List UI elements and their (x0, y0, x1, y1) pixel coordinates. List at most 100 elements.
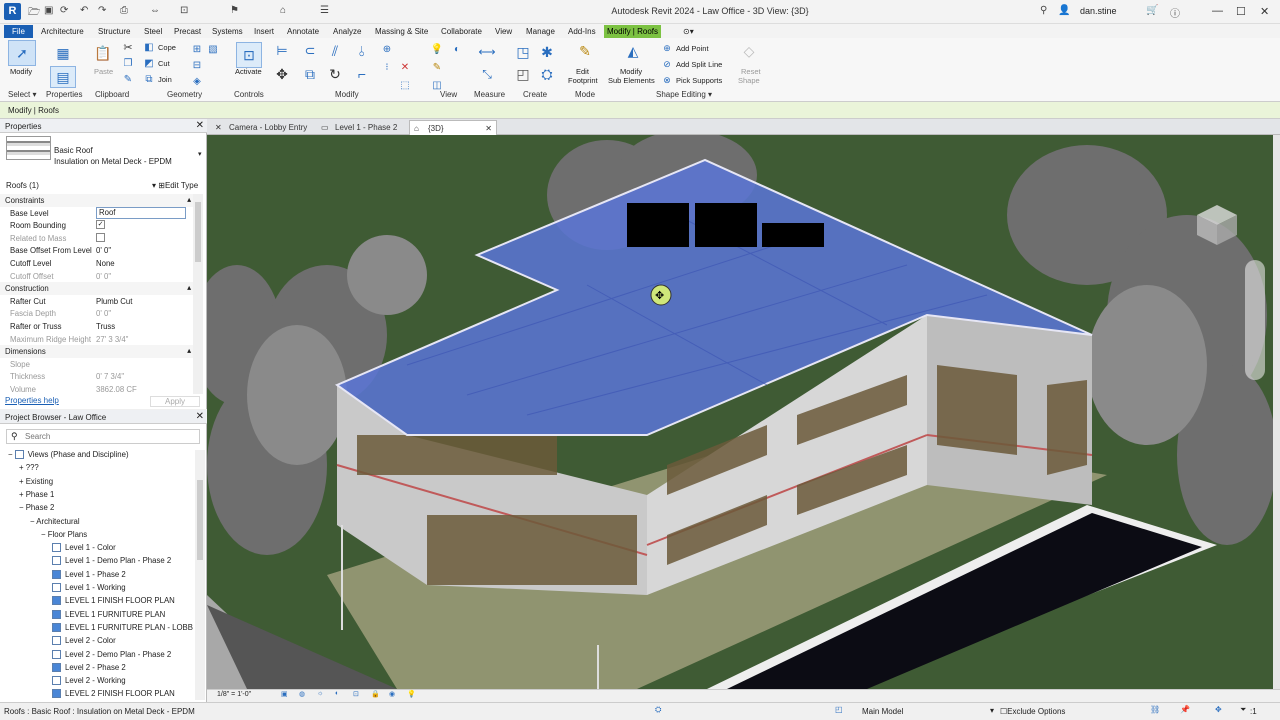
property-row[interactable]: Cutoff Offset 0' 0" (0, 270, 193, 283)
property-row[interactable]: Room Bounding ✓ (0, 219, 193, 232)
browser-view-item[interactable]: Level 1 - Color (52, 543, 116, 556)
hide-icon[interactable]: 💡 (430, 42, 444, 56)
property-category[interactable]: Construction ▴ (0, 282, 193, 295)
modify-sub-label-1[interactable]: Modify (620, 67, 642, 76)
property-row[interactable]: Slope (0, 358, 193, 371)
override-icon[interactable]: ✎ (430, 60, 444, 74)
drag-elements-icon[interactable]: ✥ (1215, 705, 1222, 714)
array-icon[interactable]: ⁝ (380, 60, 394, 74)
browser-view-item[interactable]: LEVEL 1 FINISH FLOOR PLAN (52, 596, 175, 609)
select-pinned-icon[interactable]: 📌 (1180, 705, 1190, 714)
edit-footprint-label-1[interactable]: Edit (576, 67, 589, 76)
tab-architecture[interactable]: Architecture (38, 25, 87, 38)
align-icon[interactable]: ⊨ (272, 42, 292, 60)
browser-view-item[interactable]: Level 2 - Color (52, 636, 116, 649)
close-icon[interactable]: ✕ (1260, 5, 1269, 18)
crop-view-icon[interactable]: ⊡ (353, 690, 359, 698)
tab-structure[interactable]: Structure (95, 25, 133, 38)
minimize-icon[interactable]: — (1212, 5, 1223, 17)
close-icon[interactable]: ✕ (485, 121, 492, 136)
activate-controls-icon[interactable]: ⊡ (236, 42, 262, 68)
property-value[interactable]: 27' 3 3/4" (96, 335, 128, 344)
edit-type-button[interactable]: ▾ ⊞Edit Type (152, 181, 198, 190)
group-shape-editing-label[interactable]: Shape Editing ▾ (656, 90, 712, 99)
help-icon[interactable]: ⓘ (1170, 5, 1180, 20)
navigation-bar[interactable] (1245, 260, 1265, 380)
worksets-icon[interactable]: ⛭ (655, 705, 661, 715)
trim-icon[interactable]: ⌐ (352, 64, 372, 84)
cope-label[interactable]: Cope (158, 43, 176, 52)
property-checkbox[interactable] (96, 232, 105, 242)
tab-camera-lobby-entry[interactable]: ✕ Camera - Lobby Entry (211, 120, 313, 135)
tab-add-ins[interactable]: Add-Ins (565, 25, 599, 38)
tab-massing-site[interactable]: Massing & Site (372, 25, 431, 38)
collapse-icon[interactable]: ▴ (187, 346, 191, 355)
group-select-label[interactable]: Select ▾ (8, 90, 36, 99)
sync-icon[interactable]: ⟳ (60, 5, 68, 16)
measure-icon[interactable]: ⇔ (150, 5, 160, 16)
browser-tree-node[interactable]: − Architectural (30, 517, 80, 530)
tab-level-1-phase-2[interactable]: ▭ Level 1 - Phase 2 (317, 120, 403, 135)
modify-sub-elements-icon[interactable]: ◭ (622, 40, 644, 62)
mirror-icon[interactable]: ⫽ (325, 42, 345, 60)
detail-level-icon[interactable]: ▣ (281, 690, 288, 698)
property-row[interactable]: Thickness 0' 7 3/4" (0, 370, 193, 383)
property-value[interactable]: 3862.08 CF (96, 385, 137, 394)
property-row[interactable]: Rafter or Truss Truss (0, 320, 193, 333)
binoculars-icon[interactable]: ⚲ (1040, 5, 1047, 16)
expand-icon[interactable]: + (19, 477, 26, 486)
property-row[interactable]: Related to Mass (0, 232, 193, 245)
modify-label[interactable]: Modify (10, 67, 32, 76)
wall-joins-icon[interactable]: ⊞ (190, 42, 204, 56)
collapse-icon[interactable]: − (19, 503, 26, 512)
cut-geometry-icon[interactable]: ◩ (143, 57, 155, 69)
browser-tree-node[interactable]: + Existing (19, 477, 53, 490)
cut-label[interactable]: Cut (158, 59, 170, 68)
revit-app-icon[interactable]: R (4, 3, 21, 20)
type-properties-icon[interactable]: ▦ (52, 42, 74, 64)
tab-file[interactable]: File (4, 25, 33, 38)
scale-icon[interactable]: ⬚ (398, 78, 412, 92)
exclude-options[interactable]: ☐Exclude Options (1000, 707, 1065, 716)
undo-icon[interactable]: ↶ (80, 5, 88, 16)
user-icon[interactable]: 👤 (1058, 5, 1070, 16)
join-label[interactable]: Join (158, 75, 172, 84)
close-icon[interactable]: ✕ (196, 411, 204, 422)
property-value[interactable]: 0' 7 3/4" (96, 372, 124, 381)
add-point-label[interactable]: Add Point (676, 44, 709, 53)
property-row[interactable]: Base Offset From Level 0' 0" (0, 244, 193, 257)
property-row[interactable]: Maximum Ridge Height 27' 3 3/4" (0, 333, 193, 346)
browser-tree-node[interactable]: − Floor Plans (41, 530, 87, 543)
tab-analyze[interactable]: Analyze (330, 25, 364, 38)
apply-button[interactable]: Apply (150, 396, 200, 407)
building-model[interactable]: ✥ (207, 135, 1273, 689)
property-category[interactable]: Constraints ▴ (0, 194, 193, 207)
properties-icon[interactable]: ▤ (50, 66, 76, 88)
pick-supports-icon[interactable]: ⊗ (661, 74, 673, 86)
property-value[interactable]: None (96, 259, 115, 268)
filter-icon[interactable]: ⏷ (1240, 705, 1246, 715)
browser-view-item[interactable]: LEVEL 2 FINISH FLOOR PLAN (52, 689, 175, 702)
type-dropdown-icon[interactable]: ▾ (198, 150, 202, 158)
browser-tree-node[interactable]: − Phase 2 (19, 503, 54, 516)
lock-icon[interactable]: 🔒 (371, 690, 380, 698)
visual-style-icon[interactable]: ◍ (299, 690, 305, 698)
browser-scrollbar[interactable] (195, 450, 205, 700)
demolish-icon[interactable]: ▧ (206, 42, 220, 56)
property-value[interactable]: Plumb Cut (96, 297, 132, 306)
create-part-icon[interactable]: ◳ (512, 42, 534, 62)
3d-viewport[interactable]: ✥ (207, 135, 1273, 689)
property-row[interactable]: Base Level Roof (0, 206, 193, 220)
browser-view-item[interactable]: Level 2 - Phase 2 (52, 662, 126, 676)
activate-label[interactable]: Activate (235, 67, 262, 76)
linework-icon[interactable]: ◐ (450, 42, 464, 56)
close-icon[interactable]: ✕ (196, 120, 204, 131)
property-value[interactable]: 0' 0" (96, 272, 111, 281)
property-row[interactable]: Cutoff Level None (0, 257, 193, 270)
add-split-line-label[interactable]: Add Split Line (676, 60, 722, 69)
browser-view-item[interactable]: Level 1 - Phase 2 (52, 569, 126, 583)
thin-lines-icon[interactable]: ☰ (320, 5, 329, 16)
modify-sub-label-2[interactable]: Sub Elements (608, 76, 655, 85)
model-dropdown-icon[interactable]: ▾ (990, 706, 994, 715)
close-icon[interactable]: ✕ (215, 120, 222, 135)
